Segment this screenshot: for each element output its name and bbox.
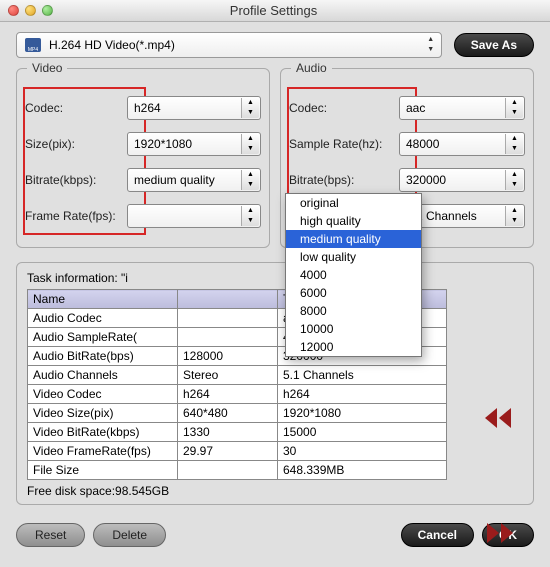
video-codec-label: Codec: (25, 101, 127, 115)
table-cell: Stereo (178, 366, 278, 385)
bitrate-option[interactable]: original (286, 194, 421, 212)
table-row: Video FrameRate(fps)29.9730 (28, 442, 447, 461)
table-cell: 1330 (178, 423, 278, 442)
table-cell: Video BitRate(kbps) (28, 423, 178, 442)
bitrate-option[interactable]: 8000 (286, 302, 421, 320)
profile-value: H.264 HD Video(*.mp4) (49, 38, 175, 52)
table-row: Audio ChannelsStereo5.1 Channels (28, 366, 447, 385)
mp4-icon (25, 38, 41, 52)
audio-codec-label: Codec: (289, 101, 399, 115)
table-cell: Audio BitRate(bps) (28, 347, 178, 366)
reset-button[interactable]: Reset (16, 523, 85, 547)
window-titlebar: Profile Settings (0, 0, 550, 22)
footer: Reset Delete Cancel OK (0, 517, 550, 557)
cancel-button[interactable]: Cancel (401, 523, 474, 547)
audio-codec-select[interactable]: aac▲▼ (399, 96, 525, 120)
bitrate-option[interactable]: 6000 (286, 284, 421, 302)
video-size-select[interactable]: 1920*1080▲▼ (127, 132, 261, 156)
task-info-box: Task information: "i NameTarget Audio Co… (16, 262, 534, 505)
table-header[interactable]: Name (28, 290, 178, 309)
table-cell: 15000 (278, 423, 447, 442)
table-cell: h264 (178, 385, 278, 404)
audio-bitrate-label: Bitrate(bps): (289, 173, 399, 187)
video-size-label: Size(pix): (25, 137, 127, 151)
table-cell: 128000 (178, 347, 278, 366)
next-button[interactable] (485, 523, 519, 547)
bitrate-option[interactable]: low quality (286, 248, 421, 266)
bitrate-option[interactable]: 10000 (286, 320, 421, 338)
table-cell: 30 (278, 442, 447, 461)
video-panel: Video Codec: h264▲▼ Size(pix): 1920*1080… (16, 68, 270, 248)
task-info-header: Task information: "i (27, 271, 523, 285)
table-row: File Size 648.339MB (28, 461, 447, 480)
table-cell: Video Codec (28, 385, 178, 404)
table-cell: Audio Codec (28, 309, 178, 328)
video-bitrate-select[interactable]: medium quality▲▼ (127, 168, 261, 192)
table-cell: 648.339MB (278, 461, 447, 480)
audio-samplerate-label: Sample Rate(hz): (289, 137, 399, 151)
table-cell: Audio SampleRate( (28, 328, 178, 347)
bitrate-option[interactable]: 4000 (286, 266, 421, 284)
table-cell: Video FrameRate(fps) (28, 442, 178, 461)
free-disk-label: Free disk space:98.545GB (27, 484, 523, 498)
table-header[interactable] (178, 290, 278, 309)
video-framerate-label: Frame Rate(fps): (25, 209, 127, 223)
audio-samplerate-select[interactable]: 48000▲▼ (399, 132, 525, 156)
table-cell: Video Size(pix) (28, 404, 178, 423)
table-cell (178, 461, 278, 480)
table-cell: 1920*1080 (278, 404, 447, 423)
table-cell: File Size (28, 461, 178, 480)
table-row: Video Size(pix)640*4801920*1080 (28, 404, 447, 423)
delete-button[interactable]: Delete (93, 523, 166, 547)
video-codec-select[interactable]: h264▲▼ (127, 96, 261, 120)
prev-button[interactable] (485, 408, 519, 432)
table-row: Video Codech264h264 (28, 385, 447, 404)
table-cell (178, 328, 278, 347)
table-cell: Audio Channels (28, 366, 178, 385)
save-as-button[interactable]: Save As (454, 33, 534, 57)
table-cell: 640*480 (178, 404, 278, 423)
audio-legend: Audio (291, 61, 332, 75)
bitrate-dropdown-popup[interactable]: originalhigh qualitymedium qualitylow qu… (285, 193, 422, 357)
bitrate-option[interactable]: 12000 (286, 338, 421, 356)
window-title: Profile Settings (5, 3, 542, 18)
bitrate-option[interactable]: high quality (286, 212, 421, 230)
audio-bitrate-select[interactable]: 320000▲▼ (399, 168, 525, 192)
table-cell: 5.1 Channels (278, 366, 447, 385)
bitrate-option[interactable]: medium quality (286, 230, 421, 248)
video-bitrate-label: Bitrate(kbps): (25, 173, 127, 187)
table-cell: h264 (278, 385, 447, 404)
video-framerate-select[interactable]: ▲▼ (127, 204, 261, 228)
table-row: Video BitRate(kbps)133015000 (28, 423, 447, 442)
table-cell (178, 309, 278, 328)
video-legend: Video (27, 61, 67, 75)
table-cell: 29.97 (178, 442, 278, 461)
profile-select[interactable]: H.264 HD Video(*.mp4) ▲▼ (16, 32, 442, 58)
